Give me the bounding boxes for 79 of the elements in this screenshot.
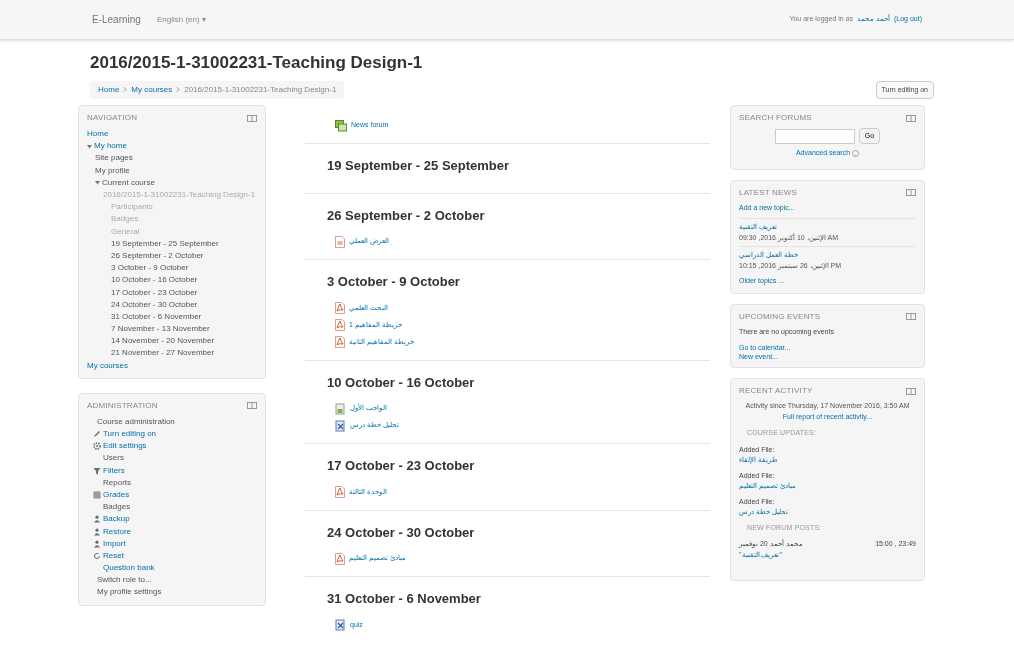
person-icon bbox=[93, 539, 101, 548]
section-heading: 31 October - 6 November bbox=[327, 590, 482, 608]
page-title: 2016/2015-1-31002231-Teaching Design-1 bbox=[90, 52, 424, 74]
block-title: SEARCH FORUMS bbox=[739, 112, 812, 124]
quiz-icon bbox=[335, 419, 346, 432]
nav-item[interactable]: 24 October - 30 October bbox=[111, 298, 198, 311]
expand-arrow-icon[interactable] bbox=[95, 180, 100, 186]
dock-icon[interactable] bbox=[906, 313, 916, 320]
dock-icon[interactable] bbox=[906, 114, 916, 122]
admin-item[interactable]: Filters bbox=[103, 464, 125, 477]
pdf-file-icon bbox=[335, 552, 345, 565]
section-heading: 26 September - 2 October bbox=[327, 206, 486, 225]
admin-item[interactable]: Import bbox=[103, 537, 126, 550]
forum-icon bbox=[335, 119, 347, 132]
admin-item[interactable]: Reports bbox=[103, 476, 131, 489]
section-heading: 24 October - 30 October bbox=[327, 523, 476, 542]
help-icon[interactable] bbox=[852, 149, 860, 157]
person-icon bbox=[93, 527, 101, 536]
filter-icon bbox=[93, 466, 101, 475]
dock-icon[interactable] bbox=[247, 402, 257, 410]
nav-item[interactable]: 7 November - 13 November bbox=[111, 323, 210, 336]
pdf-file-icon bbox=[335, 336, 345, 348]
admin-item[interactable]: Course administration bbox=[97, 415, 175, 428]
breadcrumb-link[interactable]: My courses bbox=[131, 83, 173, 96]
nav-item[interactable]: 31 October - 6 November bbox=[111, 310, 202, 323]
admin-item[interactable]: Edit settings bbox=[103, 440, 147, 453]
nav-item[interactable]: 3 October - 9 October bbox=[111, 262, 189, 275]
nav-item[interactable]: My profile bbox=[95, 164, 130, 177]
admin-item[interactable]: Badges bbox=[103, 501, 131, 514]
person-icon bbox=[93, 515, 101, 524]
search-field[interactable] bbox=[774, 128, 855, 144]
breadcrumb-separator-icon bbox=[123, 87, 128, 93]
block-title: NAVIGATION bbox=[87, 112, 138, 124]
nav-item[interactable]: My home bbox=[94, 140, 127, 153]
nav-item[interactable]: 14 November - 20 November bbox=[111, 335, 215, 348]
nav-item[interactable]: Current course bbox=[102, 176, 155, 189]
breadcrumb-link[interactable]: 2016/2015-1-31002231-Teaching Design-1 bbox=[184, 83, 337, 96]
admin-item[interactable]: Switch role to... bbox=[97, 574, 152, 587]
admin-item[interactable]: My profile settings bbox=[97, 586, 162, 599]
document-icon bbox=[335, 235, 345, 248]
admin-item[interactable]: Backup bbox=[103, 513, 130, 526]
nav-item[interactable]: 21 November - 27 November bbox=[111, 347, 215, 360]
admin-item[interactable]: Users bbox=[103, 452, 124, 465]
expand-arrow-icon[interactable] bbox=[87, 143, 92, 149]
dock-icon[interactable] bbox=[247, 114, 257, 122]
nav-item[interactable]: Home bbox=[87, 128, 109, 141]
section-heading: 19 September - 25 September bbox=[327, 157, 511, 175]
pdf-file-icon bbox=[335, 486, 345, 498]
breadcrumb-link[interactable]: Home bbox=[98, 83, 120, 96]
gear-icon bbox=[93, 442, 101, 451]
admin-item[interactable]: Question bank bbox=[103, 562, 155, 575]
pencil-icon bbox=[93, 430, 101, 439]
quiz-icon bbox=[335, 619, 346, 631]
block-title: UPCOMING EVENTS bbox=[739, 310, 821, 323]
nav-item[interactable]: Site pages bbox=[95, 152, 133, 165]
pdf-file-icon bbox=[335, 319, 345, 331]
block-title: LATEST NEWS bbox=[739, 186, 797, 199]
block-title: RECENT ACTIVITY bbox=[739, 385, 813, 397]
nav-item[interactable]: My courses bbox=[87, 359, 128, 372]
pdf-file-icon bbox=[335, 302, 345, 314]
site-name[interactable]: E-Learning bbox=[92, 12, 141, 27]
block-title: ADMINISTRATION bbox=[87, 399, 158, 412]
nav-item[interactable]: 19 September - 25 September bbox=[111, 237, 219, 250]
nav-item[interactable]: 26 September - 2 October bbox=[111, 249, 204, 262]
language-menu[interactable]: English (en) ▾ bbox=[156, 13, 206, 26]
dock-icon[interactable] bbox=[906, 189, 916, 196]
section-heading: 17 October - 23 October bbox=[327, 457, 476, 475]
breadcrumb-separator-icon bbox=[176, 87, 181, 93]
reset-icon bbox=[93, 551, 101, 560]
admin-item[interactable]: Restore bbox=[103, 525, 131, 538]
section-heading: 10 October - 16 October bbox=[327, 373, 476, 392]
admin-item[interactable]: Grades bbox=[103, 488, 130, 501]
nav-item[interactable]: 17 October - 23 October bbox=[111, 286, 198, 299]
section-heading: 3 October - 9 October bbox=[327, 273, 461, 291]
nav-item[interactable]: 10 October - 16 October bbox=[111, 274, 198, 287]
admin-item[interactable]: Reset bbox=[103, 549, 124, 562]
assignment-icon bbox=[335, 402, 346, 415]
dock-icon[interactable] bbox=[906, 387, 916, 395]
admin-item[interactable]: Turn editing on bbox=[103, 428, 157, 441]
